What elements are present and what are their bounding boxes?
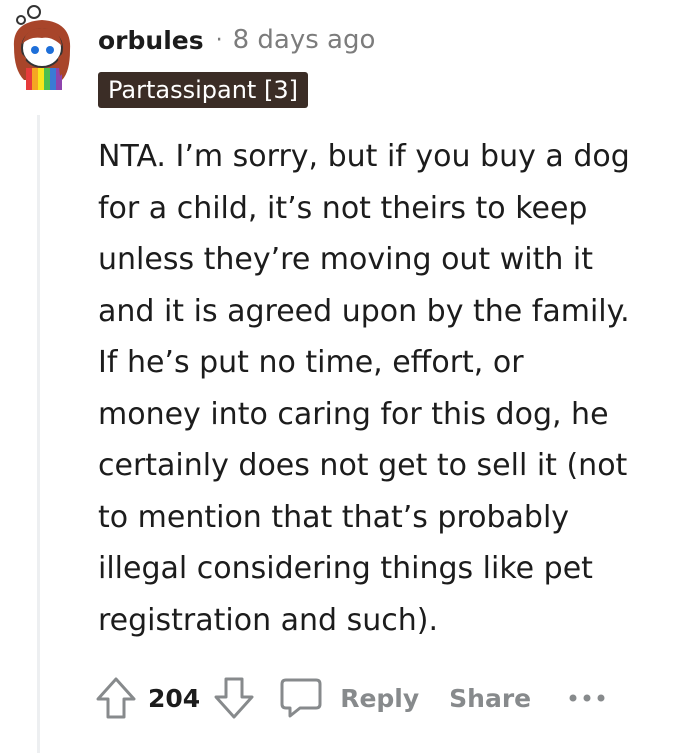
timestamp[interactable]: 8 days ago bbox=[233, 25, 376, 55]
comment-body: NTA. I’m sorry, but if you buy a dog for… bbox=[98, 139, 630, 638]
downvote-button[interactable] bbox=[212, 675, 256, 721]
reply-button[interactable]: Reply bbox=[278, 676, 419, 720]
ellipsis-icon bbox=[569, 694, 605, 702]
avatar[interactable] bbox=[4, 2, 82, 94]
arrow-down-icon bbox=[214, 677, 254, 719]
reply-label: Reply bbox=[340, 683, 420, 713]
comment-meta: orbules · 8 days ago bbox=[98, 20, 375, 60]
upvote-button[interactable] bbox=[94, 675, 138, 721]
speech-bubble-icon bbox=[280, 678, 322, 718]
user-flair: Partassipant [3] bbox=[98, 72, 308, 108]
thread-line[interactable] bbox=[37, 115, 40, 753]
comment-actions: 204 Reply Share bbox=[94, 668, 694, 728]
more-options-button[interactable] bbox=[567, 692, 607, 704]
share-button[interactable]: Share bbox=[449, 684, 531, 713]
separator-dot: · bbox=[215, 27, 223, 53]
username[interactable]: orbules bbox=[98, 26, 204, 55]
vote-score: 204 bbox=[148, 683, 201, 713]
arrow-up-icon bbox=[96, 677, 136, 719]
